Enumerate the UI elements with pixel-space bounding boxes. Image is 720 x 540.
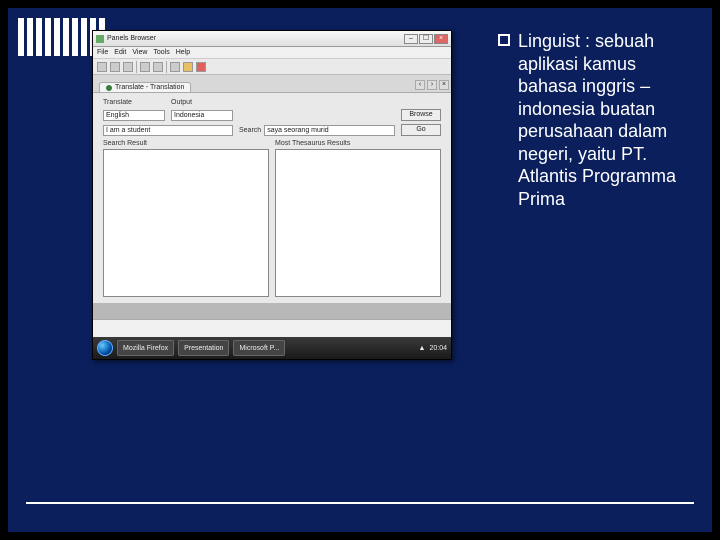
lang-from-select[interactable]: English [103,110,165,121]
label: Output [171,99,233,106]
nav-back-icon[interactable]: ‹ [415,80,425,90]
label: Translate [103,99,165,106]
task-button[interactable]: Mozilla Firefox [117,340,174,356]
tool-icon[interactable] [97,62,107,72]
menubar[interactable]: File Edit View Tools Help [93,47,451,59]
app-icon [96,35,104,43]
tool-icon[interactable] [110,62,120,72]
tool-icon[interactable] [170,62,180,72]
search-result-list[interactable] [103,149,269,297]
clock: 20:04 [429,345,447,352]
tool-icon[interactable] [183,62,193,72]
tray-icon[interactable]: ▲ [419,345,426,352]
column-header: Most Thesaurus Results [275,140,441,147]
taskbar[interactable]: Mozilla Firefox Presentation Microsoft P… [93,337,451,359]
nav-close-icon[interactable]: × [439,80,449,90]
menu-item[interactable]: Help [176,49,190,56]
menu-item[interactable]: View [132,49,147,56]
tab-strip: Translate - Translation ‹ › × [93,75,451,93]
divider-line [26,502,694,504]
bullet-marker-icon [498,34,510,46]
tab-translate[interactable]: Translate - Translation [99,82,191,92]
bullet-text: Linguist : sebuah aplikasi kamus bahasa … [518,30,698,210]
lang-to-select[interactable]: Indonesia [171,110,233,121]
window-title: Panels Browser [107,35,156,42]
browse-button[interactable]: Browse [401,109,441,121]
maximize-button[interactable]: ☐ [419,34,433,44]
task-button[interactable]: Presentation [178,340,229,356]
tab-icon [106,85,112,91]
nav-fwd-icon[interactable]: › [427,80,437,90]
statusbar [93,319,451,337]
menu-item[interactable]: File [97,49,108,56]
toolbar [93,59,451,75]
tool-icon[interactable] [123,62,133,72]
minimize-button[interactable]: – [404,34,418,44]
start-orb-icon[interactable] [97,340,113,356]
column-header: Search Result [103,140,269,147]
task-button[interactable]: Microsoft P... [233,340,285,356]
output-text-field[interactable]: saya seorang murid [264,125,395,136]
bullet-text-block: Linguist : sebuah aplikasi kamus bahasa … [498,30,698,210]
menu-item[interactable]: Edit [114,49,126,56]
input-text-field[interactable]: I am a student [103,125,233,136]
menu-item[interactable]: Tools [153,49,169,56]
label: Search [239,127,261,134]
go-button[interactable]: Go [401,124,441,136]
window-titlebar[interactable]: Panels Browser – ☐ × [93,31,451,47]
app-screenshot: Panels Browser – ☐ × File Edit View Tool… [92,30,452,360]
thesaurus-result-list[interactable] [275,149,441,297]
tool-icon[interactable] [140,62,150,72]
form-panel: Translate Output English Indonesia Brows… [93,93,451,303]
tool-icon[interactable] [153,62,163,72]
tool-icon[interactable] [196,62,206,72]
close-button[interactable]: × [434,34,448,44]
tab-label: Translate - Translation [115,84,184,91]
